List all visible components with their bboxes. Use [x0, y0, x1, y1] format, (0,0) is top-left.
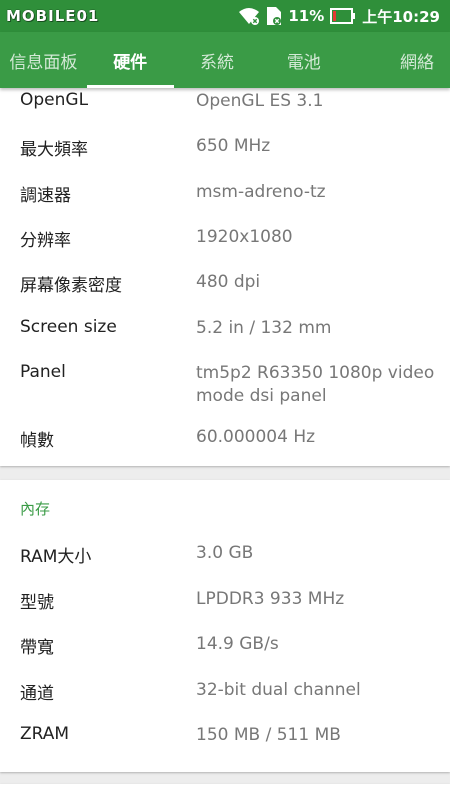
- row-label: 型號: [20, 593, 54, 613]
- row-label: 通道: [20, 684, 54, 704]
- battery-percent: 11%: [288, 7, 325, 25]
- battery-icon: [330, 8, 356, 24]
- row-value: 480 dpi: [196, 272, 261, 292]
- tab-battery[interactable]: 電池: [260, 32, 347, 88]
- info-row: Screen size 5.2 in / 132 mm: [0, 317, 450, 345]
- row-label: 帶寬: [20, 638, 54, 658]
- row-value: 5.2 in / 132 mm: [196, 318, 332, 338]
- tab-network[interactable]: 網絡: [347, 32, 450, 88]
- tab-bar: 信息面板 硬件 系統 電池 網絡: [0, 32, 450, 88]
- row-value: 60.000004 Hz: [196, 427, 316, 447]
- row-value: 32-bit dual channel: [196, 680, 361, 700]
- row-label: 調速器: [20, 186, 71, 206]
- row-label: 屏幕像素密度: [20, 276, 122, 296]
- tab-hardware[interactable]: 硬件: [86, 32, 174, 88]
- info-row: 最大頻率 650 MHz: [0, 135, 450, 163]
- row-label: Panel: [20, 362, 66, 382]
- row-value: tm5p2 R63350 1080p video mode dsi panel: [196, 363, 435, 406]
- memory-card: 內存 RAM大小 3.0 GB 型號 LPDDR3 933 MHz 帶寬 14.…: [0, 480, 450, 772]
- section-title: 內存: [20, 500, 51, 518]
- watermark-logo: MOBILE01: [6, 7, 99, 25]
- next-card: [0, 784, 450, 800]
- watermark-text: MOBILE01: [6, 7, 100, 25]
- info-row: RAM大小 3.0 GB: [0, 542, 450, 570]
- sim-card-icon: [267, 7, 282, 25]
- info-row: 型號 LPDDR3 933 MHz: [0, 588, 450, 616]
- status-icons: 11% 上午10:29: [238, 6, 440, 27]
- info-row: ZRAM 150 MB / 511 MB: [0, 724, 450, 752]
- info-row: OpenGL OpenGL ES 3.1: [0, 90, 450, 118]
- row-label: 最大頻率: [20, 140, 88, 160]
- info-row: 屏幕像素密度 480 dpi: [0, 271, 450, 299]
- gpu-card: OpenGL OpenGL ES 3.1 最大頻率 650 MHz 調速器 ms…: [0, 88, 450, 466]
- row-label: OpenGL: [20, 90, 89, 110]
- info-row: 幀數 60.000004 Hz: [0, 426, 450, 454]
- row-value: 150 MB / 511 MB: [196, 725, 341, 745]
- info-row: Panel tm5p2 R63350 1080p video mode dsi …: [0, 362, 450, 412]
- row-label: Screen size: [20, 317, 117, 337]
- row-value: 1920x1080: [196, 227, 293, 247]
- row-value: 14.9 GB/s: [196, 634, 279, 654]
- row-label: ZRAM: [20, 724, 70, 744]
- row-label: 幀數: [20, 431, 54, 451]
- row-value: 650 MHz: [196, 136, 271, 156]
- tab-dashboard[interactable]: 信息面板: [0, 32, 87, 88]
- row-value: OpenGL ES 3.1: [196, 91, 324, 111]
- row-value: 3.0 GB: [196, 543, 254, 563]
- hardware-content[interactable]: OpenGL OpenGL ES 3.1 最大頻率 650 MHz 調速器 ms…: [0, 88, 450, 800]
- clock: 上午10:29: [362, 7, 440, 26]
- wifi-icon: [239, 8, 260, 25]
- row-label: 分辨率: [20, 231, 71, 251]
- info-row: 調速器 msm-adreno-tz: [0, 181, 450, 209]
- status-bar: MOBILE01 11% 上午10:29: [0, 0, 450, 32]
- row-value: LPDDR3 933 MHz: [196, 589, 345, 609]
- row-label: RAM大小: [20, 547, 92, 567]
- info-row: 帶寬 14.9 GB/s: [0, 633, 450, 661]
- tab-system[interactable]: 系統: [174, 32, 261, 88]
- info-row: 通道 32-bit dual channel: [0, 679, 450, 707]
- info-row: 分辨率 1920x1080: [0, 226, 450, 254]
- row-value: msm-adreno-tz: [196, 182, 326, 202]
